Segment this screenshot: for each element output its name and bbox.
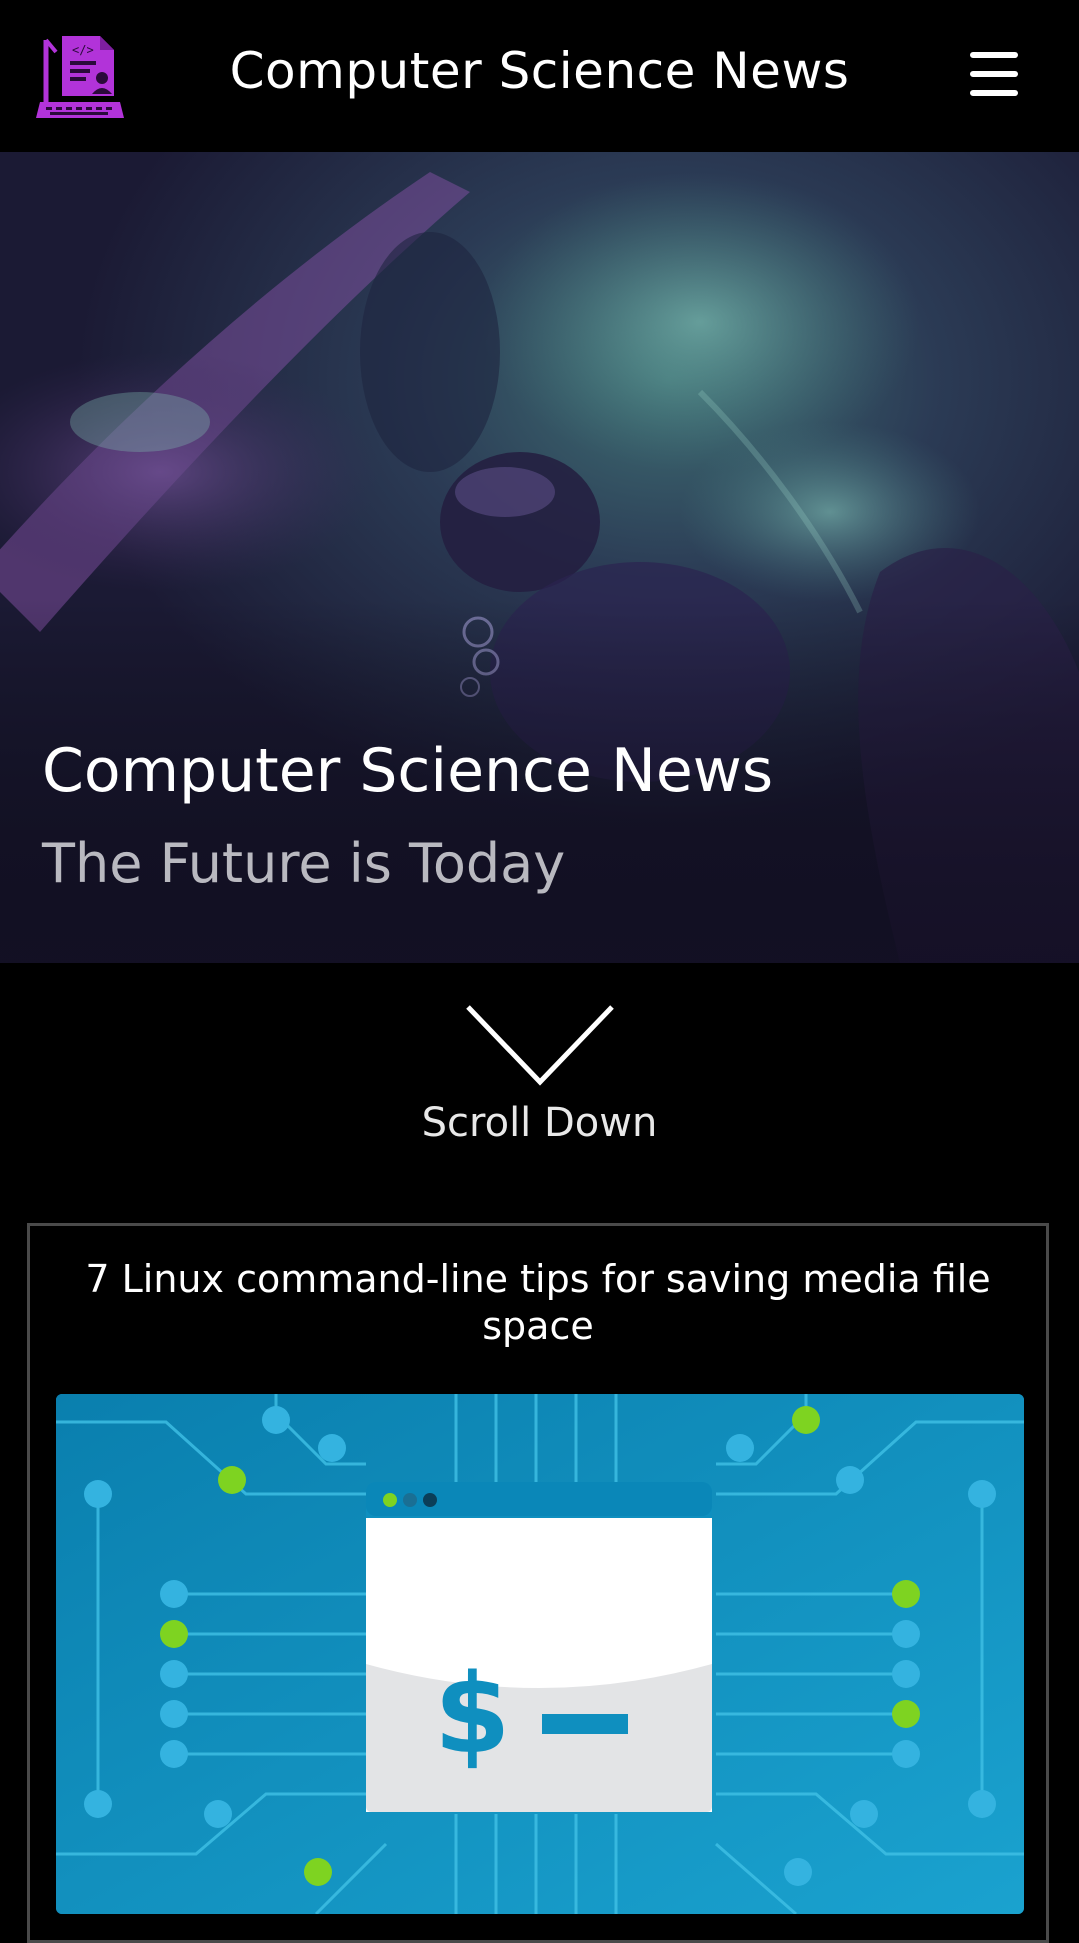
hero-banner: Computer Science News The Future is Toda…: [0, 152, 1079, 963]
hero-subtitle: The Future is Today: [42, 832, 566, 895]
site-title[interactable]: Computer Science News: [0, 42, 1079, 100]
article-card[interactable]: 7 Linux command-line tips for saving med…: [27, 1223, 1049, 1943]
article-title[interactable]: 7 Linux command-line tips for saving med…: [80, 1256, 996, 1350]
chevron-down-icon[interactable]: [465, 1004, 615, 1088]
hamburger-menu-icon[interactable]: [970, 52, 1018, 96]
svg-text:$: $: [434, 1650, 511, 1778]
top-app-bar: </> Computer Science News: [0, 0, 1079, 152]
hero-title: Computer Science News: [42, 736, 774, 806]
article-image[interactable]: $: [56, 1394, 1024, 1914]
scroll-down-button[interactable]: Scroll Down: [0, 1000, 1079, 1160]
terminal-dollar-prompt-illustration: $: [56, 1394, 1024, 1914]
scroll-down-label[interactable]: Scroll Down: [0, 1100, 1079, 1146]
